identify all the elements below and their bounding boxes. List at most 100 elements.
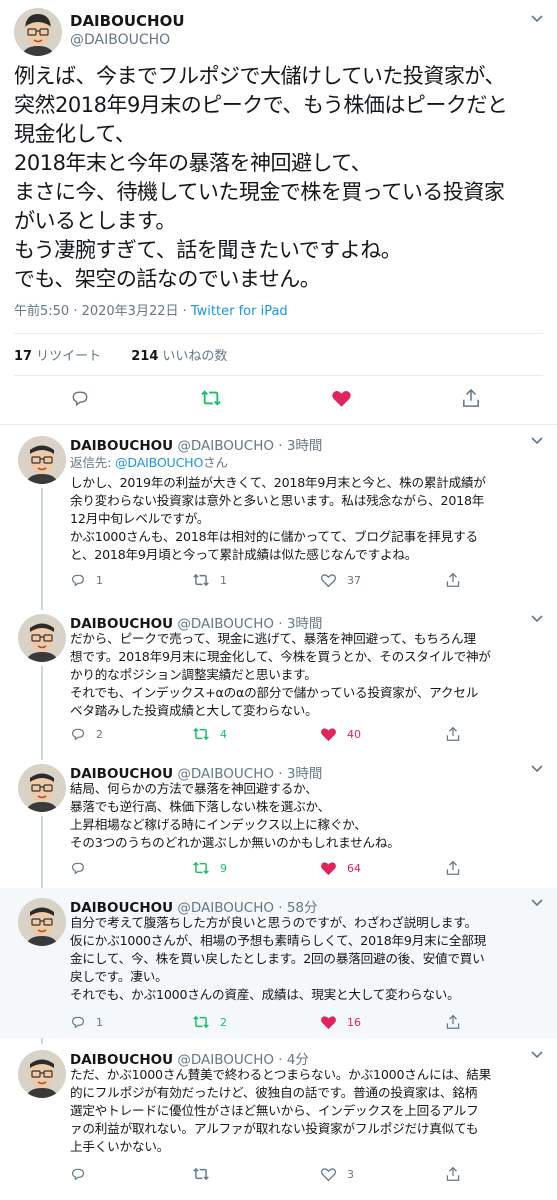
chevron-down-icon[interactable] bbox=[531, 762, 543, 777]
chevron-down-icon[interactable] bbox=[531, 612, 543, 627]
chevron-down-icon[interactable] bbox=[531, 896, 543, 911]
chevron-down-icon[interactable] bbox=[531, 12, 543, 27]
reply-header: DAIBOUCHOU @DAIBOUCHO · 58分 bbox=[70, 896, 318, 916]
share-icon bbox=[446, 860, 460, 875]
reply-time[interactable]: · 3時間 bbox=[278, 438, 322, 454]
reply-button[interactable] bbox=[70, 860, 96, 876]
like-button[interactable]: 3 bbox=[320, 1166, 354, 1182]
like-icon bbox=[320, 574, 337, 588]
reply-text: だから、ピークで売って、現金に逃げて、暴落を神回避って、もちろん理 想です。20… bbox=[70, 631, 491, 718]
retweet-icon bbox=[193, 1167, 209, 1181]
reply-text: 結局、何らかの方法で暴落を神回避するか、 暴落でも逆行高、株価下落しない株を選ぶ… bbox=[70, 781, 400, 850]
share-button[interactable] bbox=[446, 726, 460, 742]
divider bbox=[14, 375, 543, 376]
like-icon bbox=[321, 728, 336, 742]
avatar-face-icon bbox=[18, 898, 66, 946]
avatar[interactable] bbox=[14, 8, 62, 56]
retweet-icon bbox=[193, 727, 209, 741]
author-handle[interactable]: @DAIBOUCHO bbox=[177, 438, 274, 454]
reply-header: DAIBOUCHOU @DAIBOUCHO · 4分 bbox=[70, 1048, 309, 1068]
tweet-text: 例えば、今までフルポジで大儲けしていた投資家が、 突然2018年9月末のピークで… bbox=[14, 64, 508, 291]
reply-button[interactable]: 1 bbox=[70, 572, 103, 588]
retweets-stat[interactable]: 17 リツイート bbox=[14, 349, 127, 364]
reply-tweet[interactable]: DAIBOUCHOU @DAIBOUCHO · 3時間 返信先: @DAIBOU… bbox=[0, 426, 557, 606]
author-name[interactable]: DAIBOUCHOU bbox=[70, 438, 173, 454]
share-button[interactable] bbox=[446, 860, 460, 876]
share-button[interactable] bbox=[446, 1166, 460, 1182]
reply-tweet[interactable]: DAIBOUCHOU @DAIBOUCHO · 4分 ただ、かぶ1000さん賛美… bbox=[0, 1040, 557, 1200]
reply-actions: 2 4 40 bbox=[70, 726, 530, 744]
retweet-button[interactable]: 9 bbox=[192, 860, 227, 876]
retweet-button[interactable]: 2 bbox=[192, 1014, 227, 1030]
avatar[interactable] bbox=[18, 1050, 66, 1098]
reply-actions: 3 bbox=[70, 1166, 530, 1184]
reply-to-line: 返信先: @DAIBOUCHOさん bbox=[70, 455, 228, 470]
share-icon bbox=[446, 1166, 460, 1181]
like-button[interactable]: 40 bbox=[320, 726, 361, 742]
reply-actions: 1 2 16 bbox=[70, 1014, 530, 1032]
reply-tweet[interactable]: DAIBOUCHOU @DAIBOUCHO · 3時間 だから、ピークで売って、… bbox=[0, 604, 557, 756]
tweet-meta: 午前5:50 · 2020年3月22日 · Twitter for iPad bbox=[14, 300, 288, 319]
reply-header: DAIBOUCHOU @DAIBOUCHO · 3時間 bbox=[70, 762, 322, 782]
reply-button[interactable]: 1 bbox=[70, 1014, 103, 1030]
retweet-icon bbox=[193, 1015, 209, 1029]
avatar[interactable] bbox=[18, 614, 66, 662]
divider bbox=[14, 333, 543, 334]
reply-icon bbox=[72, 1016, 84, 1029]
like-button[interactable]: 64 bbox=[320, 860, 361, 876]
reply-icon bbox=[72, 728, 84, 741]
like-button[interactable]: 37 bbox=[320, 572, 361, 588]
tweet-stats: 17 リツイート 214 いいねの数 bbox=[14, 345, 227, 364]
tweet-actions bbox=[0, 388, 557, 412]
share-icon bbox=[446, 726, 460, 741]
timestamp[interactable]: 午前5:50 · 2020年3月22日 · bbox=[14, 304, 191, 319]
like-icon bbox=[321, 1016, 336, 1030]
likes-stat[interactable]: 214 いいねの数 bbox=[131, 349, 227, 364]
share-button[interactable] bbox=[446, 1014, 460, 1030]
retweet-button[interactable] bbox=[192, 1166, 220, 1182]
reply-button[interactable] bbox=[70, 1166, 96, 1182]
share-icon[interactable] bbox=[462, 388, 480, 412]
like-button[interactable]: 16 bbox=[320, 1014, 361, 1030]
reply-tweet[interactable]: DAIBOUCHOU @DAIBOUCHO · 58分 自分で考えて腹落ちした方… bbox=[0, 888, 557, 1038]
retweet-button[interactable]: 1 bbox=[192, 572, 227, 588]
like-icon[interactable] bbox=[331, 388, 352, 412]
avatar-face-icon bbox=[18, 436, 66, 484]
reply-icon bbox=[72, 862, 84, 875]
avatar[interactable] bbox=[18, 764, 66, 812]
source-link[interactable]: Twitter for iPad bbox=[191, 304, 288, 319]
author-handle[interactable]: @DAIBOUCHO bbox=[70, 32, 170, 48]
reply-text: しかし、2019年の利益が大きくて、2018年9月末と今と、株の累計成績が 余り… bbox=[70, 475, 486, 562]
main-tweet: DAIBOUCHOU @DAIBOUCHO 例えば、今までフルポジで大儲けしてい… bbox=[0, 0, 557, 425]
share-icon bbox=[446, 572, 460, 587]
avatar-face-icon bbox=[18, 614, 66, 662]
author-name[interactable]: DAIBOUCHOU bbox=[70, 12, 185, 30]
chevron-down-icon[interactable] bbox=[531, 434, 543, 449]
reply-icon[interactable] bbox=[70, 388, 90, 412]
avatar-face-icon bbox=[18, 1050, 66, 1098]
retweet-icon bbox=[193, 861, 209, 875]
avatar[interactable] bbox=[18, 436, 66, 484]
like-icon bbox=[321, 862, 336, 876]
avatar-face-icon bbox=[14, 8, 62, 56]
retweet-icon[interactable] bbox=[200, 388, 222, 412]
reply-icon bbox=[72, 574, 84, 587]
avatar[interactable] bbox=[18, 898, 66, 946]
reply-actions: 9 64 bbox=[70, 860, 530, 878]
chevron-down-icon[interactable] bbox=[531, 1048, 543, 1063]
reply-header: DAIBOUCHOU @DAIBOUCHO · 3時間 bbox=[70, 612, 322, 632]
reply-button[interactable]: 2 bbox=[70, 726, 103, 742]
reply-text: ただ、かぶ1000さん賛美で終わるとつまらない。かぶ1000さんには、結果 的に… bbox=[70, 1067, 492, 1154]
avatar-face-icon bbox=[18, 764, 66, 812]
reply-header: DAIBOUCHOU @DAIBOUCHO · 3時間 bbox=[70, 434, 322, 454]
retweet-icon bbox=[193, 573, 209, 587]
reply-to-link[interactable]: @DAIBOUCHO bbox=[115, 455, 203, 470]
like-icon bbox=[320, 1168, 337, 1182]
reply-actions: 1 1 37 bbox=[70, 572, 530, 590]
reply-tweet[interactable]: DAIBOUCHOU @DAIBOUCHO · 3時間 結局、何らかの方法で暴落… bbox=[0, 754, 557, 888]
share-button[interactable] bbox=[446, 572, 460, 588]
retweet-button[interactable]: 4 bbox=[192, 726, 227, 742]
share-icon bbox=[446, 1014, 460, 1029]
reply-text: 自分で考えて腹落ちした方が良いと思うのですが、わざわざ説明します。 仮にかぶ10… bbox=[70, 915, 487, 1002]
reply-icon bbox=[72, 1168, 84, 1181]
